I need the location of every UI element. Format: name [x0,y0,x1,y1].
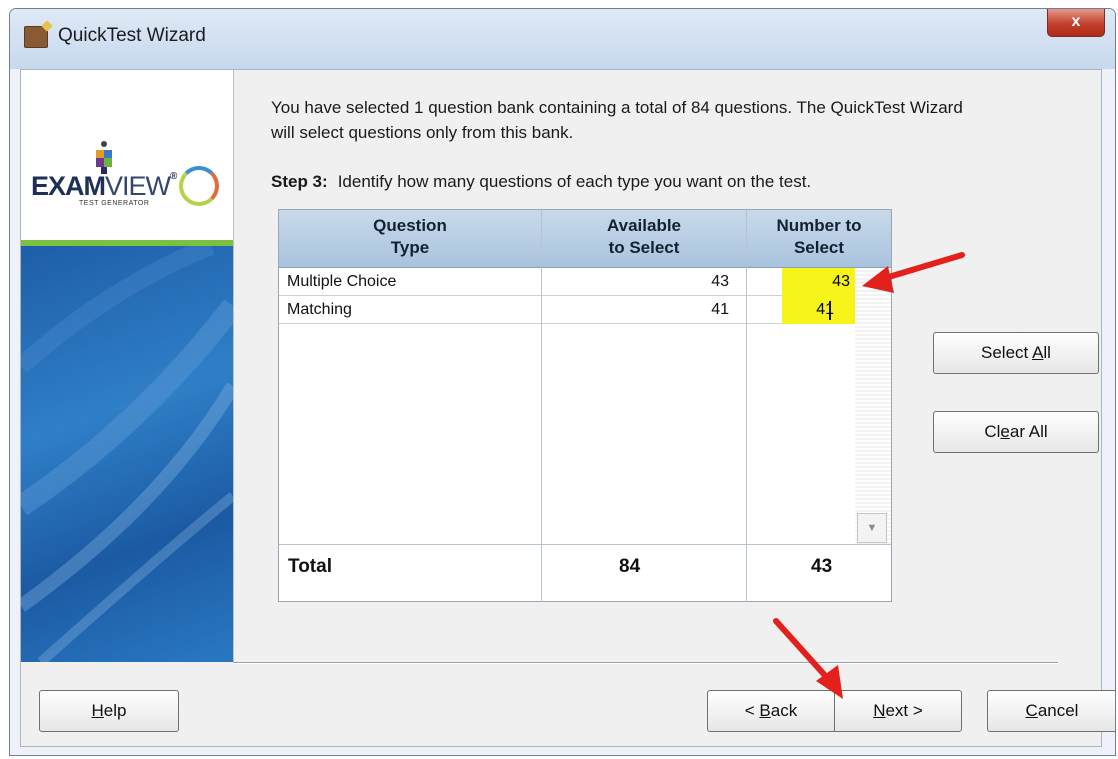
sidebar-swoosh-graphic [21,246,233,662]
examview-figure-icon [96,141,112,174]
row-multiple-choice-type: Multiple Choice [279,268,541,296]
wizard-client-area: EXAMVIEW® TEST GENERATOR You have select… [20,69,1115,747]
total-label: Total [288,556,332,577]
step-text: Identify how many questions of each type… [337,172,812,191]
row-matching-number-input[interactable]: 41 [782,296,858,324]
total-number: 43 [811,556,833,577]
footer-separator-highlight [233,663,1058,664]
header-question-type[interactable]: Question Type [279,210,541,268]
close-button[interactable]: x [1047,9,1105,37]
wizard-sidebar: EXAMVIEW® TEST GENERATOR [21,70,234,662]
intro-line-1: You have selected 1 question bank contai… [271,98,963,117]
total-available: 84 [619,556,641,577]
help-button[interactable]: Help [39,690,179,732]
row-matching-available: 41 [542,296,746,324]
lightbulb-icon [179,166,219,206]
header-available[interactable]: Available to Select [541,210,746,268]
row-matching-type: Matching [279,296,541,324]
examview-wordmark: EXAMVIEW® [31,171,177,201]
select-all-button[interactable]: Select All [933,332,1099,374]
quicktest-wizard-window: QuickTest Wizard x EXAMVIEW® TEST GENERA… [9,8,1116,756]
cancel-button[interactable]: Cancel [987,690,1115,732]
window-title: QuickTest Wizard [58,25,206,46]
totals-divider [279,544,891,545]
sidebar-blue-panel [21,246,233,662]
app-icon [24,26,48,48]
intro-line-2: will select questions only from this ban… [271,123,574,142]
row-multiple-choice-available: 43 [542,268,746,296]
text-cursor [829,301,831,320]
question-type-grid: Question Type Available to Select Number t… [278,209,892,602]
logo-subtitle: TEST GENERATOR [79,200,150,207]
intro-text: You have selected 1 question bank contai… [271,95,1101,145]
step-instruction: Step 3: Identify how many questions of ea… [271,172,811,192]
row-multiple-choice-number-input[interactable]: 43 [782,268,858,296]
header-number-to-select[interactable]: Number to Select [746,210,891,268]
grid-scrollbar[interactable] [855,268,891,544]
examview-logo: EXAMVIEW® TEST GENERATOR [21,70,233,240]
clear-all-button[interactable]: Clear All [933,411,1099,453]
next-button[interactable]: Next > [834,690,962,732]
title-bar: QuickTest Wizard x [10,9,1115,69]
scroll-down-button[interactable]: ▼ [857,513,887,543]
back-button[interactable]: < Back [707,690,835,732]
step-label: Step 3: [271,172,328,191]
